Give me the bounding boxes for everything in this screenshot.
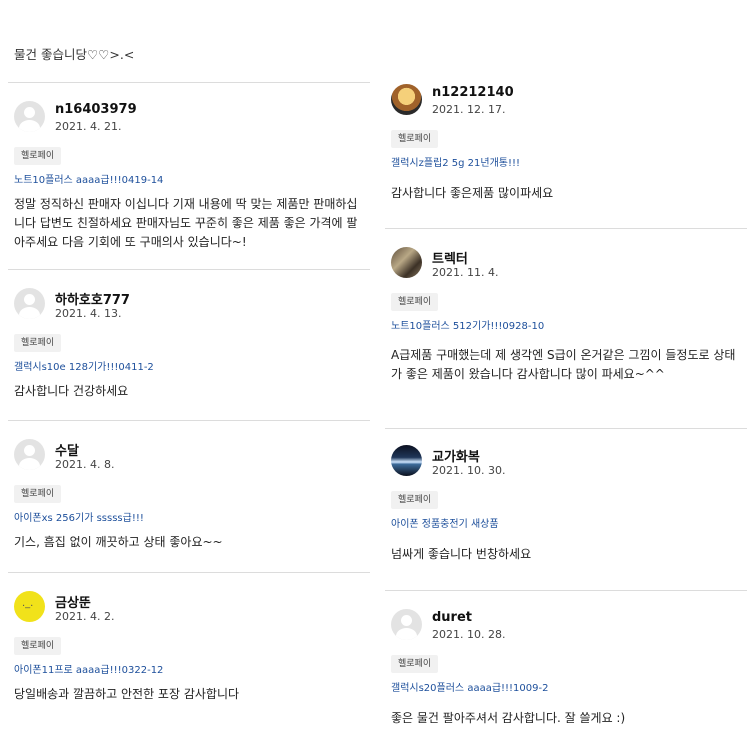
product-link[interactable]: 노트10플러스 aaaa급!!!0419-14 [14, 171, 163, 186]
review-text: 감사합니다 건강하세요 [14, 384, 129, 398]
product-link[interactable]: 노트10플러스 512기가!!!0928-10 [391, 317, 544, 332]
avatar-icon [14, 439, 45, 470]
review-date: 2021. 4. 8. [55, 458, 115, 471]
review-date: 2021. 12. 17. [432, 103, 506, 116]
review-date: 2021. 4. 2. [55, 610, 115, 623]
review-date: 2021. 10. 30. [432, 464, 506, 477]
avatar-icon [391, 84, 422, 115]
review-text: 감사합니다 좋은제품 많이파세요 [391, 186, 554, 200]
reviewer-name[interactable]: 금상뚠 [55, 592, 91, 611]
review-date: 2021. 11. 4. [432, 266, 499, 279]
payment-badge: 헬로페이 [14, 147, 62, 165]
product-link[interactable]: 아이폰11프로 aaaa급!!!0322-12 [14, 661, 163, 676]
divider [385, 590, 747, 591]
reviewer-name[interactable]: 하하호호777 [55, 289, 130, 308]
reviewer-name[interactable]: 트렉터 [432, 248, 468, 267]
avatar-icon [391, 247, 422, 278]
payment-badge: 헬로페이 [14, 485, 62, 503]
review-date: 2021. 4. 21. [55, 120, 122, 133]
product-link[interactable]: 아이폰xs 256기가 sssss급!!! [14, 509, 144, 524]
avatar-icon [391, 445, 422, 476]
payment-badge: 헬로페이 [391, 491, 439, 509]
divider [8, 420, 370, 421]
divider [385, 228, 747, 229]
review-date: 2021. 4. 13. [55, 307, 122, 320]
reviewer-name[interactable]: n12212140 [432, 85, 514, 100]
payment-badge: 헬로페이 [14, 637, 62, 655]
payment-badge: 헬로페이 [14, 334, 62, 352]
divider [8, 82, 370, 83]
review-text: 정말 정직하신 판매자 이십니다 기재 내용에 딱 맞는 제품만 판매하십니다 … [14, 197, 358, 249]
product-link[interactable]: 갤럭시s10e 128기가!!!0411-2 [14, 358, 154, 373]
divider [8, 269, 370, 270]
review-text: 좋은 물건 팔아주셔서 감사합니다. 잘 쓸게요 :) [391, 711, 626, 725]
product-link[interactable]: 아이폰 정품충전기 새상품 [391, 515, 499, 530]
avatar-icon [14, 288, 45, 319]
reviewer-name[interactable]: duret [432, 610, 472, 625]
review-text: 기스, 흠집 없이 깨끗하고 상태 좋아요~~ [14, 535, 223, 549]
review-text: A급제품 구매했는데 제 생각엔 S급이 온거같은 그낌이 들정도로 상태가 좋… [391, 348, 736, 381]
previous-review-text: 물건 좋습니당♡♡>.< [14, 47, 135, 62]
divider [385, 428, 747, 429]
review-text: 넘싸게 좋습니다 번창하세요 [391, 547, 532, 561]
reviewer-name[interactable]: 수달 [55, 440, 79, 459]
payment-badge: 헬로페이 [391, 293, 439, 311]
review-text: 당일배송과 깔끔하고 안전한 포장 감사합니다 [14, 687, 240, 701]
product-link[interactable]: 갤럭시s20플러스 aaaa급!!!1009-2 [391, 679, 548, 694]
divider [8, 572, 370, 573]
payment-badge: 헬로페이 [391, 655, 439, 673]
avatar-icon [14, 591, 45, 622]
product-link[interactable]: 갤럭시z플립2 5g 21년개통!!! [391, 154, 520, 169]
payment-badge: 헬로페이 [391, 130, 439, 148]
avatar-icon [14, 101, 45, 132]
avatar-icon [391, 609, 422, 640]
reviewer-name[interactable]: n16403979 [55, 102, 137, 117]
reviewer-name[interactable]: 교가화복 [432, 446, 480, 465]
review-date: 2021. 10. 28. [432, 628, 506, 641]
